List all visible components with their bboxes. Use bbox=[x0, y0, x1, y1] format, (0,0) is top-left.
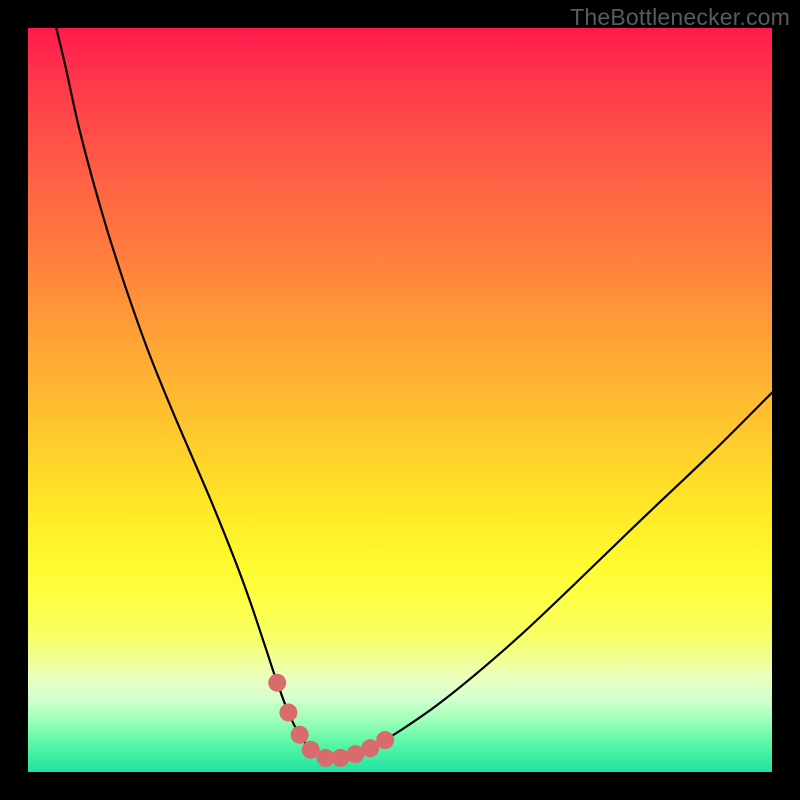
highlight-dot bbox=[291, 726, 309, 744]
chart-svg bbox=[28, 28, 772, 772]
plot-area bbox=[28, 28, 772, 772]
highlight-dot bbox=[268, 674, 286, 692]
highlight-dot bbox=[376, 731, 394, 749]
highlight-dots bbox=[268, 674, 394, 767]
watermark-text: TheBottlenecker.com bbox=[570, 4, 790, 31]
chart-frame: TheBottlenecker.com bbox=[0, 0, 800, 800]
highlight-dot bbox=[279, 704, 297, 722]
bottleneck-curve bbox=[56, 28, 772, 759]
